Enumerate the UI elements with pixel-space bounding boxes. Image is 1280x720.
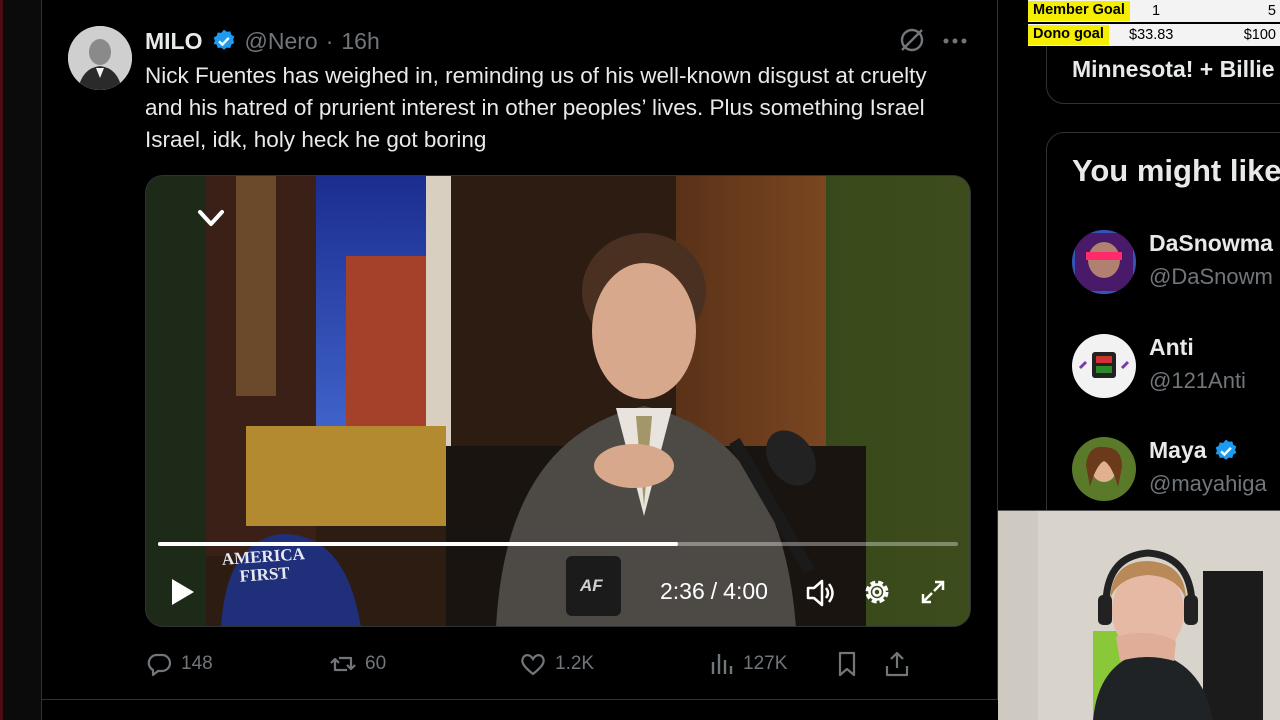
video-progress-fill <box>158 542 678 546</box>
share-icon[interactable] <box>883 650 911 678</box>
suggestion-handle[interactable]: @DaSnowm <box>1149 264 1273 290</box>
views-button[interactable]: 127K <box>707 648 787 680</box>
suggestion-handle[interactable]: @121Anti <box>1149 368 1246 394</box>
grok-icon[interactable] <box>898 26 926 54</box>
repost-icon <box>330 656 356 672</box>
dono-goal-current: $33.83 <box>1129 27 1174 43</box>
suggestion-name[interactable]: Maya <box>1149 437 1239 464</box>
repost-button[interactable]: 60 <box>329 648 386 680</box>
video-player[interactable]: AMERICA FIRST AF 2:36 / 4:00 <box>145 175 971 627</box>
stream-goals-overlay: Member Goal 1 5 Dono goal $33.83 $100 <box>1028 0 1280 46</box>
suggestion-item[interactable]: Anti @121Anti <box>1072 334 1280 404</box>
current-time: 2:36 <box>660 578 705 604</box>
suggestion-handle[interactable]: @mayahiga <box>1149 471 1267 497</box>
suggestion-item[interactable]: Maya @mayahiga <box>1072 437 1280 507</box>
dono-goal-label: Dono goal <box>1028 25 1109 45</box>
trend-text[interactable]: Minnesota! + Billie <box>1072 56 1275 83</box>
member-goal-current: 1 <box>1152 3 1161 19</box>
streamer-webcam <box>998 510 1280 720</box>
dono-goal-row: Dono goal $33.83 $100 <box>1028 24 1280 46</box>
suggestion-avatar[interactable] <box>1072 334 1136 398</box>
author-avatar[interactable] <box>68 26 132 90</box>
suggestion-avatar[interactable] <box>1072 230 1136 294</box>
right-sidebar: Minnesota! + Billie You might like DaSno… <box>1000 0 1280 532</box>
tweet-card[interactable]: MILO @Nero · 16h Nick Fuentes has weighe… <box>42 0 998 700</box>
bookmark-icon[interactable] <box>833 650 861 678</box>
suggestion-avatar[interactable] <box>1072 437 1136 501</box>
chevron-down-icon[interactable] <box>194 204 228 232</box>
tweet-header: MILO @Nero · 16h <box>145 26 380 56</box>
left-rail <box>0 0 42 720</box>
author-handle[interactable]: @Nero <box>245 28 318 55</box>
reply-button[interactable]: 148 <box>145 648 213 680</box>
who-to-follow-title: You might like <box>1072 153 1280 188</box>
play-icon[interactable] <box>166 576 198 608</box>
more-options-icon[interactable] <box>942 28 968 54</box>
heart-icon <box>521 654 545 676</box>
tweet-text: Nick Fuentes has weighed in, reminding u… <box>145 63 927 152</box>
header-separator: · <box>325 27 334 54</box>
fullscreen-icon[interactable] <box>919 578 947 606</box>
like-button[interactable]: 1.2K <box>519 648 594 680</box>
time-separator: / <box>710 578 718 604</box>
repost-count: 60 <box>365 653 387 674</box>
verified-badge-icon <box>213 29 234 50</box>
dono-goal-target: $100 <box>1243 27 1276 43</box>
reply-count: 148 <box>181 653 213 674</box>
suggestion-item[interactable]: DaSnowma @DaSnowm <box>1072 230 1280 300</box>
volume-muted-icon[interactable] <box>804 576 838 610</box>
webcam-frame <box>998 511 1280 720</box>
member-goal-label: Member Goal <box>1028 1 1130 21</box>
views-bar-chart-icon <box>711 654 733 674</box>
video-timecode: 2:36 / 4:00 <box>660 578 768 605</box>
tweet-time[interactable]: 16h <box>341 28 379 55</box>
suggestion-name[interactable]: Anti <box>1149 334 1194 361</box>
reply-icon <box>147 653 172 677</box>
member-goal-target: 5 <box>1267 3 1276 19</box>
video-progress-bar[interactable] <box>158 542 958 546</box>
suggestion-name[interactable]: DaSnowma <box>1149 230 1273 257</box>
settings-gear-icon[interactable] <box>861 576 893 608</box>
member-goal-row: Member Goal 1 5 <box>1028 0 1280 22</box>
tweet-actions: 148 60 1.2K 127K <box>145 648 975 680</box>
duration: 4:00 <box>723 578 768 604</box>
author-name[interactable]: MILO <box>145 28 203 55</box>
like-count: 1.2K <box>555 653 595 674</box>
verified-badge-icon <box>1215 439 1236 460</box>
rail-accent <box>0 0 3 720</box>
mug-logo-text: AF <box>580 576 603 595</box>
view-count: 127K <box>743 653 788 674</box>
